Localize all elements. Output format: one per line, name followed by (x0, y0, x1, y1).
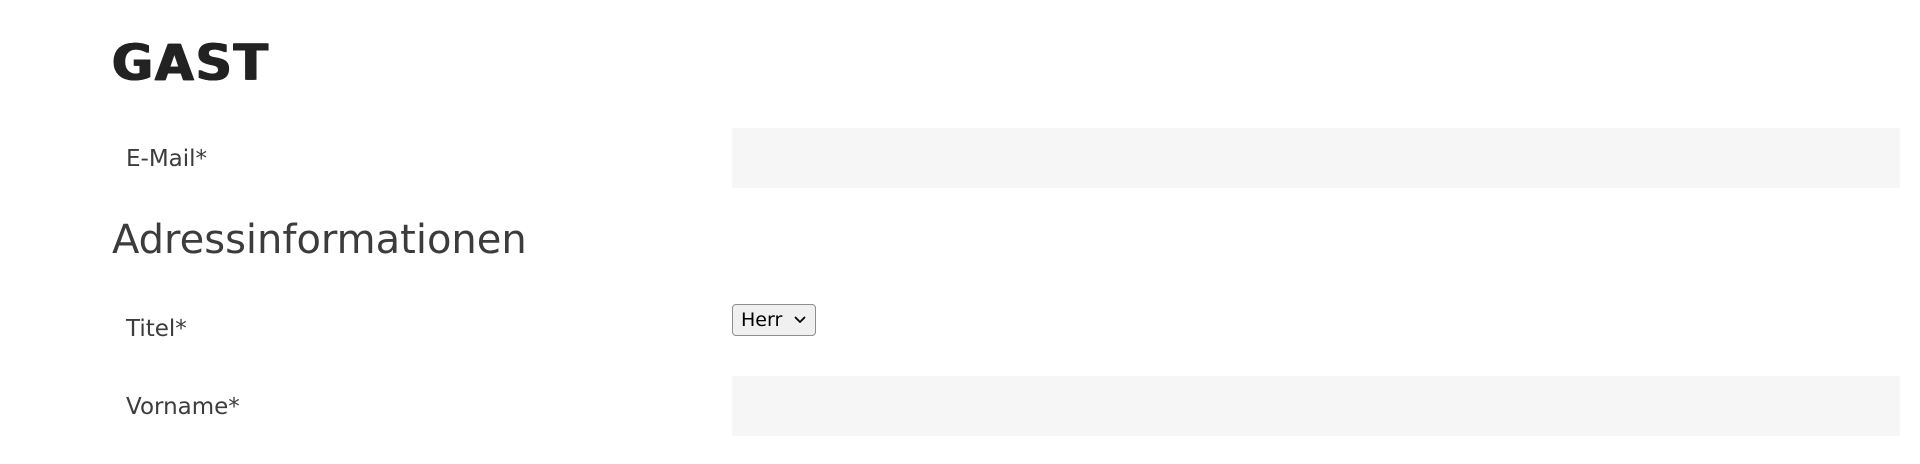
firstname-field[interactable] (732, 376, 1900, 436)
guest-section-title: GAST (112, 34, 270, 92)
title-select[interactable]: Herr (732, 304, 816, 336)
email-label: E-Mail* (126, 146, 208, 172)
guest-form-page: GAST E-Mail* Adressinformationen Titel* … (0, 0, 1920, 464)
title-select-value: Herr (741, 309, 783, 331)
chevron-down-icon (793, 313, 807, 327)
email-field[interactable] (732, 128, 1900, 188)
title-label: Titel* (126, 316, 187, 342)
firstname-label: Vorname* (126, 394, 240, 420)
address-section-title: Adressinformationen (112, 217, 527, 263)
